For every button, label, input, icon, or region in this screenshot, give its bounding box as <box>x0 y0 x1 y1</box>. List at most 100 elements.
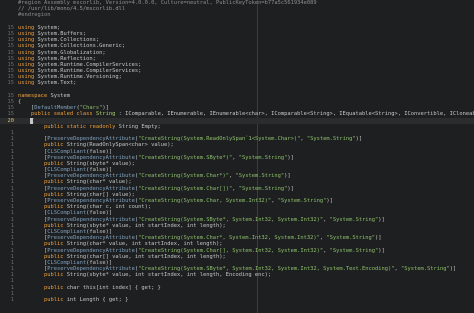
code-token: "CreateString(System.SByte*)" <box>138 154 233 161</box>
code-token: [ <box>18 173 48 180</box>
code-token: [ <box>18 136 48 143</box>
code-token: )] <box>449 266 457 273</box>
code-token: PreserveDependencyAttribute <box>47 198 135 204</box>
code-token: char this[int index] { get; } <box>66 284 161 291</box>
code-token: PreserveDependencyAttribute <box>47 185 135 192</box>
code-token: [ <box>18 228 48 235</box>
code-token: [ <box>18 247 48 254</box>
code-token: PreserveDependencyAttribute <box>47 216 135 223</box>
code-editor[interactable]: #region Assembly mscorlib, Version=4.0.0… <box>0 0 474 313</box>
code-token: System.Runtime.Versioning; <box>37 74 122 81</box>
code-token: "System.String" <box>329 247 379 254</box>
code-token: using <box>18 24 38 31</box>
code-token: "System.String" <box>277 198 327 204</box>
code-token: )] <box>102 105 109 112</box>
code-token: "Chars" <box>79 105 103 112</box>
code-token: (false)] <box>86 167 113 174</box>
code-token: (false)] <box>86 148 113 155</box>
code-token: CLSCompliant <box>47 167 87 174</box>
code-token: [ <box>18 259 48 266</box>
code-token: "CreateString(System.Char, System.Int32)… <box>138 198 272 204</box>
code-token: public <box>18 160 67 167</box>
code-token: public <box>18 253 67 260</box>
code-view[interactable]: #region Assembly mscorlib, Version=4.0.0… <box>0 0 474 303</box>
code-token: "CreateString(System.ReadOnlySpan`1<Syst… <box>138 136 301 143</box>
code-token: public <box>18 222 67 229</box>
code-token: PreserveDependencyAttribute <box>47 173 135 180</box>
code-token: using <box>18 55 38 62</box>
code-token: : IComparable, IEnumerable, IEnumerable<… <box>115 111 474 118</box>
code-token: )] <box>375 235 382 242</box>
code-token: [ <box>18 266 48 273</box>
code-token: String Empty; <box>118 123 161 130</box>
code-token: "CreateString(System.Char[], System.Int3… <box>138 247 324 254</box>
code-token: System.Buffers; <box>37 30 87 37</box>
code-token: String(char* value, int startIndex, int … <box>66 241 223 248</box>
code-token: public static readonly <box>18 123 119 130</box>
code-token: public <box>18 204 67 211</box>
code-token: using <box>18 61 38 68</box>
code-token: public <box>18 272 67 279</box>
code-token: System <box>50 92 70 99</box>
code-token: CLSCompliant <box>47 259 87 266</box>
code-token: using <box>18 37 38 44</box>
code-token: // /usr/lib/mono/4.5/mscorlib.dll <box>18 6 126 13</box>
code-token: (false)] <box>86 228 113 235</box>
code-token: )] <box>378 247 385 254</box>
code-token: "System.String" <box>238 154 288 161</box>
code-token: System.Globalization; <box>37 49 106 56</box>
code-token: [ <box>18 154 48 161</box>
code-token: using <box>18 49 38 56</box>
code-token: "System.String" <box>238 185 288 192</box>
code-token: String(char* value); <box>66 179 132 186</box>
code-token: System.Collections; <box>37 37 100 44</box>
code-line[interactable]: 1 public int Length { get; } <box>0 297 474 303</box>
code-token: )] <box>287 154 294 161</box>
code-token: { <box>18 99 22 105</box>
code-token: String(char c, int count); <box>66 204 152 211</box>
code-token: )] <box>284 173 291 180</box>
code-token: CLSCompliant <box>47 148 87 155</box>
code-token: PreserveDependencyAttribute <box>47 235 135 242</box>
code-token: PreserveDependencyAttribute <box>47 154 135 161</box>
code-token: "System.String" <box>235 173 285 180</box>
code-token: PreserveDependencyAttribute <box>47 136 135 143</box>
code-token: )] <box>378 216 385 223</box>
code-token: public <box>18 241 67 248</box>
code-token: CLSCompliant <box>47 210 87 217</box>
line-number: 1 <box>10 297 14 303</box>
code-token: #region Assembly mscorlib, Version=4.0.0… <box>18 0 317 6</box>
code-token: namespace <box>18 92 51 99</box>
code-token: "CreateString(System.Char*, System.Int32… <box>138 235 320 242</box>
code-token: using <box>18 43 38 50</box>
text-caret <box>30 117 33 124</box>
code-token: using <box>18 68 38 75</box>
code-token: String(ReadOnlySpan<char> value); <box>66 142 174 149</box>
code-token: [ <box>18 235 48 242</box>
code-token: System.Text; <box>37 80 77 87</box>
code-token: String <box>95 111 116 118</box>
code-token: System.Collections.Generic; <box>37 43 126 50</box>
code-token: using <box>18 80 38 87</box>
code-token: (false)] <box>86 210 113 217</box>
code-token: "System.String" <box>329 216 379 223</box>
code-token: String(sbyte* value, int startIndex, int… <box>66 272 272 279</box>
code-text: public int Length { get; } <box>18 297 128 303</box>
code-token: "System.String" <box>401 266 450 273</box>
code-token: "System.String" <box>306 136 356 143</box>
code-token: public <box>18 191 67 198</box>
code-token: System.Reflection; <box>37 55 96 62</box>
code-token: DefaultMember <box>34 105 77 112</box>
code-token: int Length { get; } <box>66 297 129 303</box>
code-token: )] <box>287 185 294 192</box>
code-token: [ <box>18 198 48 204</box>
code-token: public <box>18 142 67 149</box>
code-token: CLSCompliant <box>47 228 87 235</box>
code-token: PreserveDependencyAttribute <box>47 266 135 273</box>
code-token: public <box>18 297 67 303</box>
code-token: String(sbyte* value, int startIndex, int… <box>66 222 226 229</box>
code-token: String(sbyte* value); <box>66 160 135 167</box>
code-token: [ <box>18 105 35 112</box>
code-token: using <box>18 74 38 81</box>
code-token: System.Runtime.CompilerServices; <box>37 68 142 75</box>
